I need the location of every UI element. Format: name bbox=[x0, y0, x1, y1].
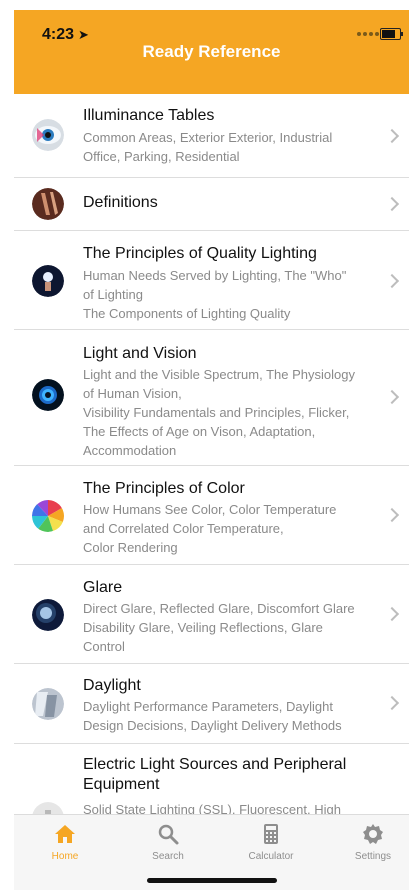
chevron-right-icon bbox=[384, 695, 400, 711]
list-item-subtitle: Control bbox=[83, 639, 125, 654]
chevron-right-icon bbox=[384, 128, 400, 144]
navigation-header: 4:23 ➤ Ready Reference bbox=[14, 10, 409, 94]
tab-calculator[interactable]: Calculator bbox=[222, 815, 320, 871]
list-item-title: Light and Vision bbox=[83, 345, 197, 362]
list-item-subtitle: Accommodation bbox=[83, 443, 177, 458]
chevron-right-icon bbox=[384, 389, 400, 405]
list-item-title: The Principles of Quality Lighting bbox=[83, 245, 317, 262]
list-item-subtitle: of Human Vision, bbox=[83, 386, 182, 401]
list-item-subtitle: Light and the Visible Spectrum, The Phys… bbox=[83, 367, 355, 382]
list-item-subtitle: Office, Parking, Residential bbox=[83, 149, 240, 164]
list-item-light-and-vision[interactable]: Light and Vision Light and the Visible S… bbox=[14, 330, 409, 466]
list-item-subtitle: Daylight Performance Parameters, Dayligh… bbox=[83, 699, 333, 714]
list-item-subtitle: How Humans See Color, Color Temperature bbox=[83, 502, 337, 517]
list-item-subtitle: of Lighting bbox=[83, 287, 143, 302]
tab-home[interactable]: Home bbox=[16, 815, 114, 871]
list-item-subtitle: Common Areas, Exterior Exterior, Industr… bbox=[83, 130, 333, 145]
chevron-right-icon bbox=[384, 606, 400, 622]
home-icon bbox=[55, 825, 75, 843]
list-item-subtitle: Direct Glare, Reflected Glare, Discomfor… bbox=[83, 601, 355, 616]
battery-icon bbox=[380, 28, 403, 40]
status-time-text: 4:23 bbox=[42, 26, 75, 43]
list-item-glare[interactable]: Glare Direct Glare, Reflected Glare, Dis… bbox=[14, 565, 409, 664]
list-item-electric-light-sources[interactable]: Electric Light Sources and Peripheral Eq… bbox=[14, 744, 409, 814]
signal-icon bbox=[357, 32, 379, 36]
location-arrow-icon: ➤ bbox=[78, 27, 89, 42]
tab-settings[interactable]: Settings bbox=[324, 815, 409, 871]
list-item-subtitle: Solid State Lighting (SSL), Fluorescent,… bbox=[83, 802, 341, 814]
settings-icon bbox=[363, 824, 383, 844]
list-item-title: Electric Light Sources and Peripheral Eq… bbox=[83, 756, 347, 793]
chevron-right-icon bbox=[384, 273, 400, 289]
definitions-icon bbox=[32, 188, 64, 220]
reference-list: Illuminance Tables Common Areas, Exterio… bbox=[14, 94, 409, 814]
list-item-title: Definitions bbox=[83, 194, 158, 211]
chevron-right-icon bbox=[384, 196, 400, 212]
list-item-subtitle: The Effects of Age on Vison, Adaptation, bbox=[83, 424, 316, 439]
list-item-illuminance-tables[interactable]: Illuminance Tables Common Areas, Exterio… bbox=[14, 94, 409, 178]
list-item-subtitle: Visibility Fundamentals and Principles, … bbox=[83, 405, 350, 420]
list-item-definitions[interactable]: Definitions bbox=[14, 178, 409, 231]
list-item-subtitle: Design Decisions, Daylight Delivery Meth… bbox=[83, 718, 342, 733]
tab-search[interactable]: Search bbox=[119, 815, 217, 871]
lamp-icon bbox=[32, 802, 64, 814]
eye-icon bbox=[32, 119, 64, 151]
list-item-subtitle: Human Needs Served by Lighting, The "Who… bbox=[83, 268, 347, 283]
tab-settings-label: Settings bbox=[354, 851, 392, 862]
tab-calculator-label: Calculator bbox=[248, 851, 294, 862]
list-item-principles-of-color[interactable]: The Principles of Color How Humans See C… bbox=[14, 466, 409, 565]
home-indicator[interactable] bbox=[147, 878, 277, 883]
chevron-right-icon bbox=[384, 507, 400, 523]
list-item-subtitle: Disability Glare, Veiling Reflections, G… bbox=[83, 620, 323, 635]
eye-blue-icon bbox=[32, 379, 64, 411]
tab-search-label: Search bbox=[152, 851, 184, 862]
glare-icon bbox=[32, 599, 64, 631]
list-item-daylight[interactable]: Daylight Daylight Performance Parameters… bbox=[14, 664, 409, 744]
tab-home-label: Home bbox=[51, 851, 79, 862]
list-item-title: Illuminance Tables bbox=[83, 107, 215, 124]
color-wheel-icon bbox=[32, 500, 64, 532]
calculator-icon bbox=[264, 824, 278, 844]
list-item-title: Daylight bbox=[83, 677, 141, 694]
list-item-subtitle: Color Rendering bbox=[83, 540, 178, 555]
list-item-title: The Principles of Color bbox=[83, 480, 245, 497]
list-item-subtitle: The Components of Lighting Quality bbox=[83, 306, 291, 321]
page-title: Ready Reference bbox=[142, 42, 281, 61]
search-icon bbox=[158, 824, 179, 845]
list-item-subtitle: and Correlated Color Temperature, bbox=[83, 521, 284, 536]
list-item-quality-lighting[interactable]: The Principles of Quality Lighting Human… bbox=[14, 231, 409, 330]
light-bulb-icon bbox=[32, 265, 64, 297]
phone-screen: 4:23 ➤ Ready Reference Illuminance Tables… bbox=[14, 10, 409, 890]
list-item-title: Glare bbox=[83, 579, 123, 596]
daylight-icon bbox=[32, 688, 64, 720]
